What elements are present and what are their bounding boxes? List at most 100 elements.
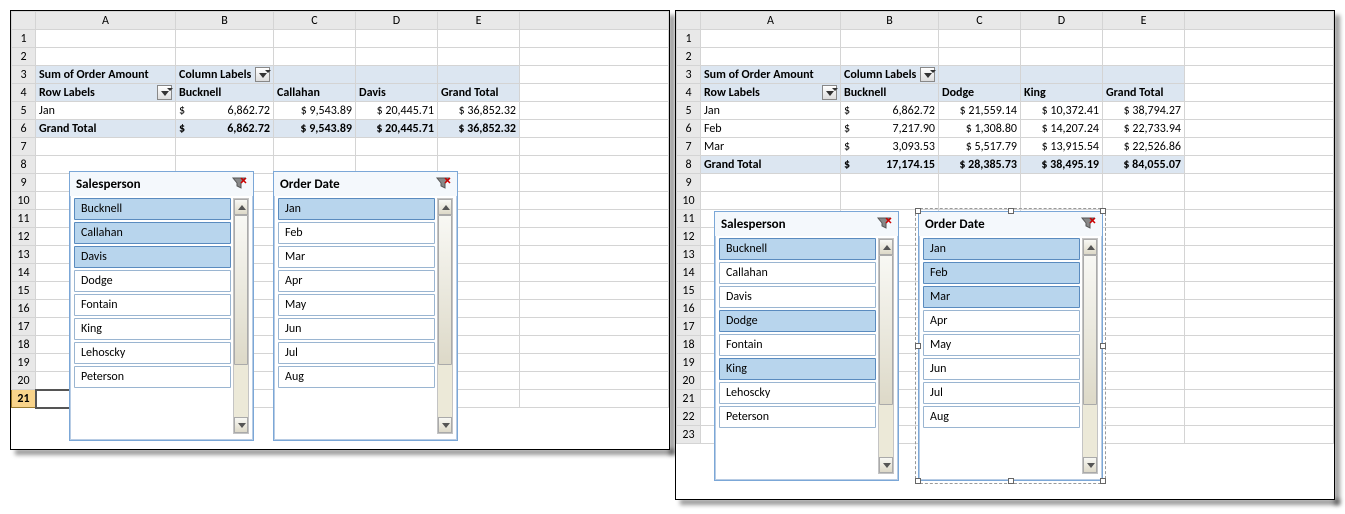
col-header-B[interactable]: B [176, 12, 274, 30]
row-header[interactable]: 7 [12, 138, 36, 156]
slicer-salesperson[interactable]: Salesperson BucknellCallahanDavisDodgeFo… [69, 171, 254, 441]
col-header[interactable]: Grand Total [1103, 84, 1185, 102]
slicer-item[interactable]: May [923, 334, 1080, 356]
slicer-item[interactable]: King [74, 318, 231, 340]
row-header[interactable]: 16 [12, 300, 36, 318]
cell[interactable]: $ 20,445.71 [356, 102, 438, 120]
slicer-item[interactable]: Aug [923, 406, 1080, 428]
scroll-down-button[interactable] [879, 457, 893, 473]
select-all[interactable] [12, 12, 36, 30]
cell[interactable]: $ 1,308.80 [939, 120, 1021, 138]
slicer-item[interactable]: Jan [278, 198, 435, 220]
row-header[interactable]: 13 [677, 246, 701, 264]
row-label[interactable]: Jan [36, 102, 176, 120]
row-header[interactable]: 2 [677, 48, 701, 66]
scrollbar[interactable] [878, 238, 894, 474]
row-header[interactable]: 2 [12, 48, 36, 66]
cell[interactable]: $ 9,543.89 [274, 102, 356, 120]
row-header[interactable]: 12 [677, 228, 701, 246]
row-header[interactable]: 8 [677, 156, 701, 174]
slicer-orderdate[interactable]: Order Date JanFebMarAprMayJunJulAug [918, 211, 1103, 481]
row-header[interactable]: 9 [12, 174, 36, 192]
scrollbar[interactable] [233, 198, 249, 434]
row-header[interactable]: 19 [677, 354, 701, 372]
slicer-item[interactable]: Jul [923, 382, 1080, 404]
col-header-A[interactable]: A [701, 12, 841, 30]
col-header-A[interactable]: A [36, 12, 176, 30]
cell[interactable]: $ 5,517.79 [939, 138, 1021, 156]
row-label[interactable]: Mar [701, 138, 841, 156]
cell[interactable]: $ 36,852.32 [438, 102, 520, 120]
col-header[interactable]: Callahan [274, 84, 356, 102]
slicer-item[interactable]: Dodge [74, 270, 231, 292]
slicer-item[interactable]: Fontain [74, 294, 231, 316]
slicer-item[interactable]: Dodge [719, 310, 876, 332]
slicer-item[interactable]: May [278, 294, 435, 316]
row-header[interactable]: 12 [12, 228, 36, 246]
row-header[interactable]: 14 [677, 264, 701, 282]
slicer-item[interactable]: Davis [74, 246, 231, 268]
cell[interactable]: $ 22,733.94 [1103, 120, 1185, 138]
cell[interactable]: $ 22,526.86 [1103, 138, 1185, 156]
slicer-item[interactable]: Bucknell [74, 198, 231, 220]
row-header[interactable]: 8 [12, 156, 36, 174]
scrollbar[interactable] [437, 198, 453, 434]
pivot-row-field[interactable]: Row Labels [701, 84, 841, 102]
row-filter-button[interactable] [157, 85, 172, 100]
col-header[interactable]: Bucknell [176, 84, 274, 102]
slicer-item[interactable]: Aug [278, 366, 435, 388]
col-header[interactable]: Bucknell [841, 84, 939, 102]
slicer-item[interactable]: Bucknell [719, 238, 876, 260]
cell[interactable]: $ 14,207.24 [1021, 120, 1103, 138]
row-header[interactable]: 22 [677, 408, 701, 426]
row-header[interactable]: 20 [12, 372, 36, 390]
cell[interactable]: $6,862.72 [176, 120, 274, 138]
col-header-D[interactable]: D [356, 12, 438, 30]
scrollbar[interactable] [1082, 238, 1098, 474]
pivot-col-field[interactable]: Column Labels [841, 66, 939, 84]
row-header[interactable]: 18 [677, 336, 701, 354]
row-header[interactable]: 1 [12, 30, 36, 48]
slicer-item[interactable]: Lehoscky [719, 382, 876, 404]
pivot-row-field[interactable]: Row Labels [36, 84, 176, 102]
scroll-up-button[interactable] [879, 239, 893, 255]
total-label[interactable]: Grand Total [701, 156, 841, 174]
col-header-D[interactable]: D [1021, 12, 1103, 30]
cell[interactable]: $ 38,495.19 [1021, 156, 1103, 174]
cell[interactable]: $6,862.72 [176, 102, 274, 120]
row-header[interactable]: 10 [677, 192, 701, 210]
slicer-item[interactable]: Peterson [719, 406, 876, 428]
row-label[interactable]: Jan [701, 102, 841, 120]
slicer-item[interactable]: Fontain [719, 334, 876, 356]
slicer-item[interactable]: Mar [278, 246, 435, 268]
slicer-item[interactable]: Jun [923, 358, 1080, 380]
row-header[interactable]: 5 [677, 102, 701, 120]
scroll-thumb[interactable] [234, 215, 248, 365]
scroll-up-button[interactable] [234, 199, 248, 215]
col-header[interactable]: Dodge [939, 84, 1021, 102]
col-header[interactable]: King [1021, 84, 1103, 102]
cell[interactable]: $3,093.53 [841, 138, 939, 156]
col-header-C[interactable]: C [274, 12, 356, 30]
row-header[interactable]: 18 [12, 336, 36, 354]
slicer-item[interactable]: Apr [278, 270, 435, 292]
clear-filter-icon[interactable] [876, 216, 892, 232]
col-header-C[interactable]: C [939, 12, 1021, 30]
scroll-down-button[interactable] [1083, 457, 1097, 473]
row-header[interactable]: 6 [677, 120, 701, 138]
row-header[interactable]: 9 [677, 174, 701, 192]
slicer-item[interactable]: Mar [923, 286, 1080, 308]
cell[interactable]: $ 38,794.27 [1103, 102, 1185, 120]
row-header[interactable]: 3 [677, 66, 701, 84]
col-header[interactable]: Davis [356, 84, 438, 102]
cell[interactable]: $ 10,372.41 [1021, 102, 1103, 120]
row-header[interactable]: 16 [677, 300, 701, 318]
slicer-item[interactable]: Davis [719, 286, 876, 308]
slicer-item[interactable]: Peterson [74, 366, 231, 388]
slicer-orderdate[interactable]: Order Date JanFebMarAprMayJunJulAug [273, 171, 458, 441]
scroll-down-button[interactable] [438, 417, 452, 433]
slicer-item[interactable]: Apr [923, 310, 1080, 332]
row-header[interactable]: 1 [677, 30, 701, 48]
slicer-item[interactable]: Jun [278, 318, 435, 340]
row-header[interactable]: 17 [677, 318, 701, 336]
